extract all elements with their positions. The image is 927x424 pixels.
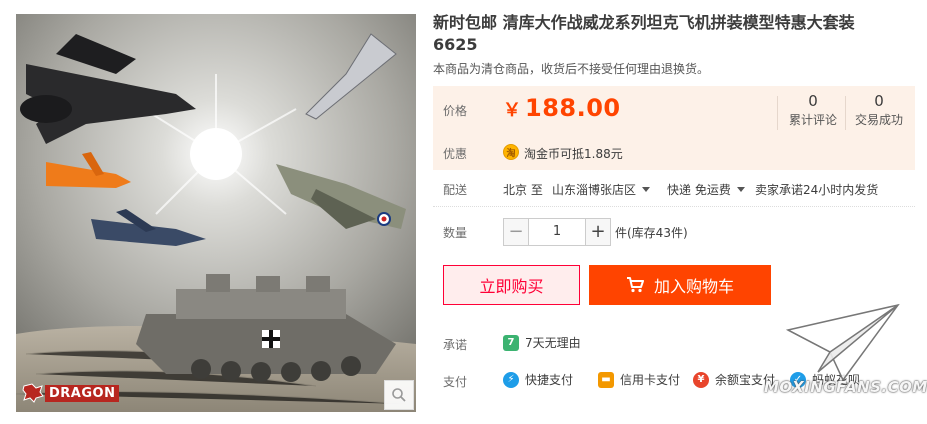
product-header: 新时包邮 清库大作战威龙系列坦克飞机拼装模型特惠大套装 6625 本商品为清仓商… — [433, 12, 915, 77]
payment-method-label: 快捷支付 — [525, 373, 574, 387]
money-bag-icon: ¥ — [693, 371, 709, 388]
buy-now-button[interactable]: 立即购买 — [443, 265, 580, 305]
shipping-method-selector[interactable]: 快递 免运费 — [667, 181, 745, 198]
price-row: 价格 ￥ 188.00 0 累计评论 0 交易成功 — [433, 86, 915, 134]
promo-row: 优惠 淘 淘金币可抵1.88元 — [433, 134, 915, 170]
review-count-label: 累计评论 — [788, 113, 837, 127]
cart-icon — [626, 277, 644, 293]
brand-name: DRAGON — [45, 384, 120, 402]
stat-divider — [777, 96, 778, 130]
promise-label: 承诺 — [443, 338, 468, 352]
lightning-icon: ⚡ — [503, 371, 519, 388]
seven-day-return-icon: 7 — [503, 334, 519, 351]
shipping-method-text: 快递 免运费 — [667, 183, 731, 197]
credit-card-icon: ▬ — [598, 371, 614, 388]
promo-label: 优惠 — [443, 147, 468, 161]
watermark-text: MOXINGFANS.COM — [764, 378, 927, 396]
product-title: 新时包邮 清库大作战威龙系列坦克飞机拼装模型特惠大套装 6625 — [433, 12, 915, 56]
payment-method-label: 信用卡支付 — [620, 373, 681, 387]
quantity-input[interactable]: 1 — [529, 218, 585, 246]
currency-symbol: ￥ — [503, 100, 521, 121]
stat-divider — [845, 96, 846, 130]
seven-day-return-text: 7天无理由 — [525, 336, 581, 350]
review-count: 0 — [808, 92, 818, 110]
payment-method-credit-card[interactable]: ▬ 信用卡支付 — [598, 371, 680, 388]
add-to-cart-button[interactable]: 加入购物车 — [589, 265, 771, 305]
price-label: 价格 — [443, 104, 468, 118]
decrease-button[interactable]: − — [503, 218, 529, 246]
chevron-down-icon — [642, 187, 651, 192]
stock-info: 件(库存43件) — [615, 226, 688, 240]
price-panel: 价格 ￥ 188.00 0 累计评论 0 交易成功 优惠 淘 淘金币可抵1.88… — [433, 86, 915, 170]
quantity-stepper: − 1 + — [503, 218, 611, 246]
ship-to-text: 山东淄博张店区 — [552, 183, 637, 197]
quantity-label: 数量 — [443, 226, 468, 240]
payment-method-quick[interactable]: ⚡ 快捷支付 — [503, 371, 573, 388]
product-artwork — [16, 14, 416, 412]
sales-count-label: 交易成功 — [854, 113, 903, 127]
quantity-row: 数量 − 1 + 件(库存43件) — [433, 216, 915, 246]
zoom-button[interactable] — [384, 380, 414, 410]
product-title-line-1: 新时包邮 清库大作战威龙系列坦克飞机拼装模型特惠大套装 — [433, 13, 855, 32]
ship-from: 北京 至 — [503, 183, 543, 197]
shipping-label: 配送 — [443, 183, 468, 197]
magnifier-icon — [392, 388, 406, 402]
seven-day-return[interactable]: 7 7天无理由 — [503, 334, 581, 351]
shipping-promise: 卖家承诺24小时内发货 — [755, 183, 879, 197]
payment-label: 支付 — [443, 375, 468, 389]
dragon-logo: DRAGON — [22, 382, 120, 404]
product-title-line-2: 6625 — [433, 35, 478, 54]
section-divider — [433, 206, 915, 207]
add-to-cart-label: 加入购物车 — [653, 277, 734, 296]
dragon-emblem-icon — [22, 383, 44, 403]
promo-text: 淘金币可抵1.88元 — [524, 147, 623, 161]
buy-now-label: 立即购买 — [479, 277, 544, 296]
product-image[interactable]: DRAGON — [16, 14, 416, 412]
clearance-notice: 本商品为清仓商品，收货后不接受任何理由退换货。 — [433, 62, 710, 76]
sales-count: 0 — [874, 92, 884, 110]
increase-button[interactable]: + — [585, 218, 611, 246]
sales-count-stat[interactable]: 0 交易成功 — [847, 92, 911, 128]
price-value: ￥ 188.00 — [503, 94, 621, 122]
chevron-down-icon — [736, 187, 745, 192]
price-amount: 188.00 — [525, 94, 621, 122]
taobao-coin-icon: 淘 — [503, 144, 519, 160]
review-count-stat[interactable]: 0 累计评论 — [781, 92, 845, 128]
ship-to-selector[interactable]: 山东淄博张店区 — [552, 181, 651, 198]
shipping-row: 配送 北京 至 山东淄博张店区 快递 免运费 卖家承诺24小时内发货 — [433, 178, 915, 200]
